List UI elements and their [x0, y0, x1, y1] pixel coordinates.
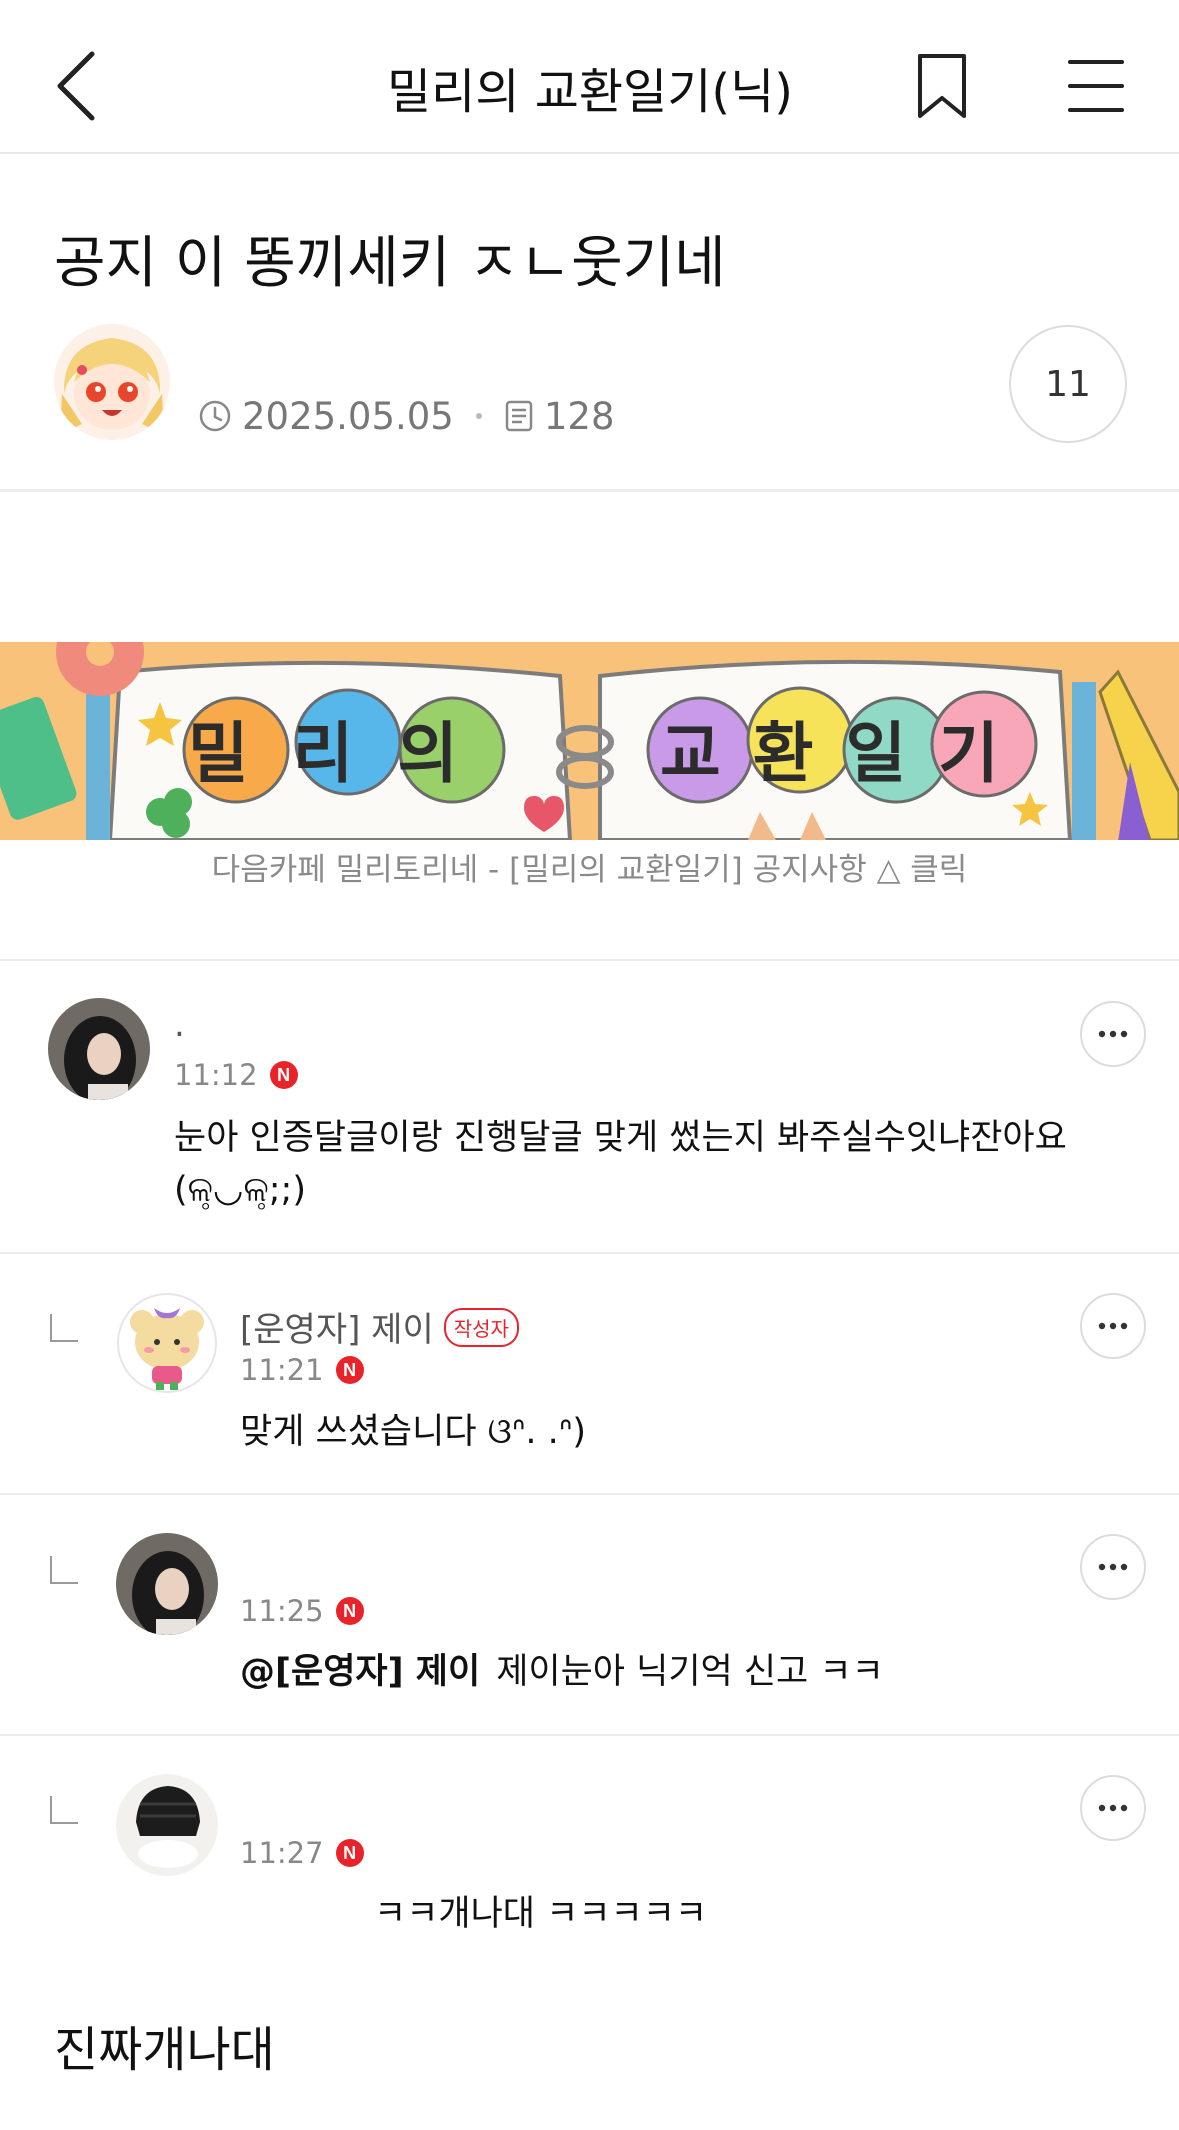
section-divider	[0, 489, 1179, 492]
more-dots-icon	[1098, 1563, 1128, 1571]
more-dots-icon	[1098, 1804, 1128, 1812]
post-meta: 2025.05.05 128	[198, 388, 614, 444]
commenter-avatar[interactable]	[116, 1774, 218, 1876]
clock-icon	[199, 400, 231, 432]
post-title: 공지 이 똥끼세키 ㅈㄴ웃기네	[54, 231, 726, 296]
menu-button[interactable]	[1066, 56, 1126, 116]
chevron-left-icon	[57, 51, 95, 121]
comment-divider	[0, 1493, 1179, 1495]
hamburger-menu-icon	[1068, 60, 1124, 112]
new-badge-icon: N	[335, 1597, 364, 1625]
section-divider	[0, 959, 1179, 961]
page-title: 밀리의 교환일기(닉)	[387, 64, 793, 120]
comment-time: 11:21 N	[240, 1353, 364, 1387]
comment-divider	[0, 1734, 1179, 1736]
comment-text: 맞게 쓰셨습니다 ଓᐢ. .ᐢ)	[240, 1412, 587, 1452]
commenter-name: .	[174, 1005, 185, 1045]
new-badge-icon: N	[335, 1839, 364, 1867]
author-avatar[interactable]	[54, 324, 170, 440]
comment-time-text: 11:21	[240, 1353, 324, 1387]
anime-girl-avatar-icon	[54, 324, 170, 440]
comment-time: 11:27 N	[240, 1836, 364, 1870]
comment-time: 11:25 N	[240, 1594, 364, 1628]
view-count: 128	[543, 394, 615, 438]
comment-time-text: 11:12	[174, 1058, 258, 1092]
commenter-avatar[interactable]	[116, 1533, 218, 1635]
meta-separator-dot	[475, 413, 482, 419]
comment-count-button[interactable]: 11	[1009, 325, 1127, 443]
bookmark-icon	[918, 54, 966, 118]
mention-link[interactable]: @[운영자] 제이	[240, 1652, 480, 1692]
comment-text: @[운영자] 제이 제이눈아 닉기억 신고 ㅋㅋ	[240, 1646, 884, 1698]
cartoon-bear-avatar-icon	[116, 1292, 218, 1394]
post-date: 2025.05.05	[242, 394, 454, 438]
commenter-avatar[interactable]	[116, 1292, 218, 1394]
reply-indicator-icon	[50, 1314, 78, 1342]
commenter-name-row: [운영자] 제이 작성자	[240, 1302, 519, 1351]
comment-time-text: 11:27	[240, 1836, 324, 1870]
comment-text-content: 제이눈아 닉기억 신고 ㅋㅋ	[496, 1652, 884, 1692]
back-button[interactable]	[52, 46, 112, 126]
user-photo-icon	[48, 998, 150, 1100]
more-options-button[interactable]	[1080, 1001, 1146, 1067]
more-dots-icon	[1098, 1030, 1128, 1038]
post-body-text: 진짜개나대	[54, 2022, 275, 2078]
comment-text: 눈아 인증달글이랑 진행달글 맞게 썼는지 봐주실수잇냐잔아요 (ଳ̥◡ଳ̥;;…	[174, 1112, 1067, 1216]
banner-title-left: 밀리의	[187, 715, 503, 792]
author-badge: 작성자	[443, 1308, 519, 1347]
commenter-name: [운영자] 제이	[240, 1310, 434, 1350]
top-app-bar: 밀리의 교환일기(닉)	[0, 0, 1179, 154]
user-photo-icon	[116, 1533, 218, 1635]
cafe-banner-image[interactable]: 밀리의 교환일기	[0, 642, 1179, 840]
reply-indicator-icon	[50, 1796, 78, 1824]
banner-caption: 다음카페 밀리토리네 - [밀리의 교환일기] 공지사항 △ 클릭	[211, 852, 968, 888]
more-options-button[interactable]	[1080, 1293, 1146, 1359]
bookmark-button[interactable]	[914, 52, 970, 122]
knit-hat-photo-icon	[116, 1774, 218, 1876]
comment-text-line: (ଳ̥◡ଳ̥;;)	[174, 1170, 306, 1210]
comment-text: ㅋㅋ개나대 ㅋㅋㅋㅋㅋ	[374, 1894, 708, 1934]
more-options-button[interactable]	[1080, 1775, 1146, 1841]
more-dots-icon	[1098, 1322, 1128, 1330]
new-badge-icon: N	[269, 1061, 298, 1089]
commenter-avatar[interactable]	[48, 998, 150, 1100]
reply-indicator-icon	[50, 1556, 78, 1584]
comment-time: 11:12 N	[174, 1058, 298, 1092]
comment-divider	[0, 1252, 1179, 1254]
comment-time-text: 11:25	[240, 1594, 324, 1628]
more-options-button[interactable]	[1080, 1534, 1146, 1600]
new-badge-icon: N	[335, 1356, 364, 1384]
comment-text-line: 눈아 인증달글이랑 진행달글 맞게 썼는지 봐주실수잇냐잔아요	[174, 1118, 1067, 1158]
document-icon	[505, 400, 533, 432]
banner-title-right: 교환일기	[660, 715, 1031, 792]
